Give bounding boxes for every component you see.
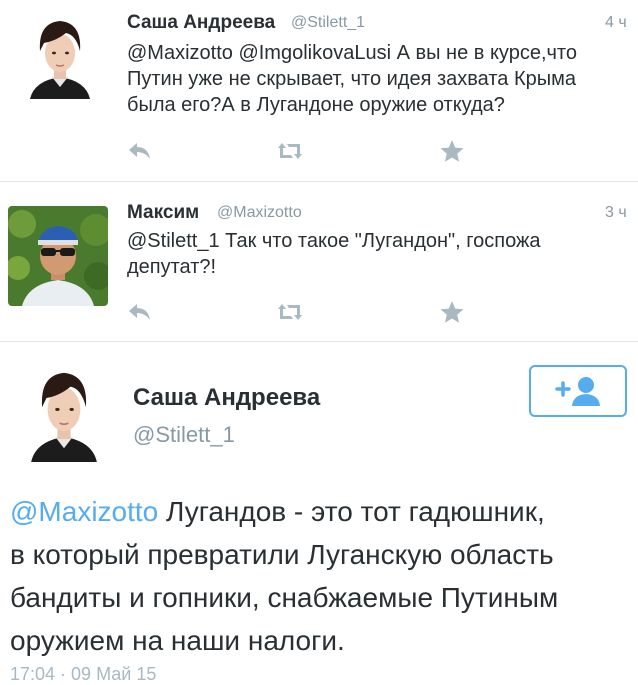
reply-icon[interactable] (127, 139, 153, 163)
detail-text-line: @Maxizotto Лугандов - это тот гадюшник, (10, 490, 632, 533)
detail-tweet-text: @Maxizotto Лугандов - это тот гадюшник, … (10, 490, 632, 662)
mention-link[interactable]: @Maxizotto (10, 496, 158, 527)
retweet-icon[interactable] (277, 139, 303, 163)
tweet-actions (127, 300, 467, 324)
follow-button[interactable] (529, 365, 627, 417)
tweet-text: @Maxizotto @ImgolikovaLusi А вы не в кур… (127, 40, 577, 118)
star-icon[interactable] (439, 300, 465, 324)
star-icon[interactable] (439, 139, 465, 163)
detail-timestamp: 17:04 · 09 Май 15 (10, 664, 157, 684)
reply-icon[interactable] (127, 300, 153, 324)
tweet-1[interactable]: Саша Андреева @Stilett_1 4 ч @Maxizotto … (0, 0, 638, 180)
retweet-icon[interactable] (277, 300, 303, 324)
tweet-2[interactable]: Максим @Maxizotto 3 ч @Stilett_1 Так что… (0, 182, 638, 340)
tweet-text: @Stilett_1 Так что такое "Лугандон", гос… (127, 228, 540, 280)
detail-author-name[interactable]: Саша Андреева (133, 384, 320, 412)
tweet-actions (127, 139, 467, 163)
avatar[interactable] (8, 206, 108, 306)
author-name[interactable]: Максим (127, 202, 199, 224)
tweet-time: 3 ч (605, 204, 627, 221)
detail-author-handle[interactable]: @Stilett_1 (133, 422, 235, 448)
tweet-text-line: депутат?! (127, 256, 217, 278)
detail-text-line: в который превратили Луганскую область (10, 539, 554, 570)
detail-text-line: оружием на наши налоги. (10, 625, 345, 656)
avatar[interactable] (18, 15, 102, 99)
follow-add-user-icon (555, 377, 600, 406)
detail-text-first: Лугандов - это тот гадюшник, (158, 496, 545, 527)
author-handle[interactable]: @Stilett_1 (291, 14, 365, 32)
tweet-text-line: Путин уже не скрывает, что идея захвата … (127, 68, 577, 90)
author-name[interactable]: Саша Андреева (127, 12, 275, 34)
tweet-text-line: @Stilett_1 Так что такое "Лугандон", гос… (127, 230, 541, 252)
author-handle[interactable]: @Maxizotto (217, 204, 302, 222)
avatar[interactable] (18, 366, 110, 462)
tweet-text-line: была его?А в Лугандоне оружие откуда? (127, 94, 505, 116)
tweet-text-line: @Maxizotto @ImgolikovaLusi А вы не в кур… (127, 42, 577, 64)
detail-text-line: бандиты и гопники, снабжаемые Путиным (10, 582, 559, 613)
tweet-time: 4 ч (605, 14, 627, 31)
